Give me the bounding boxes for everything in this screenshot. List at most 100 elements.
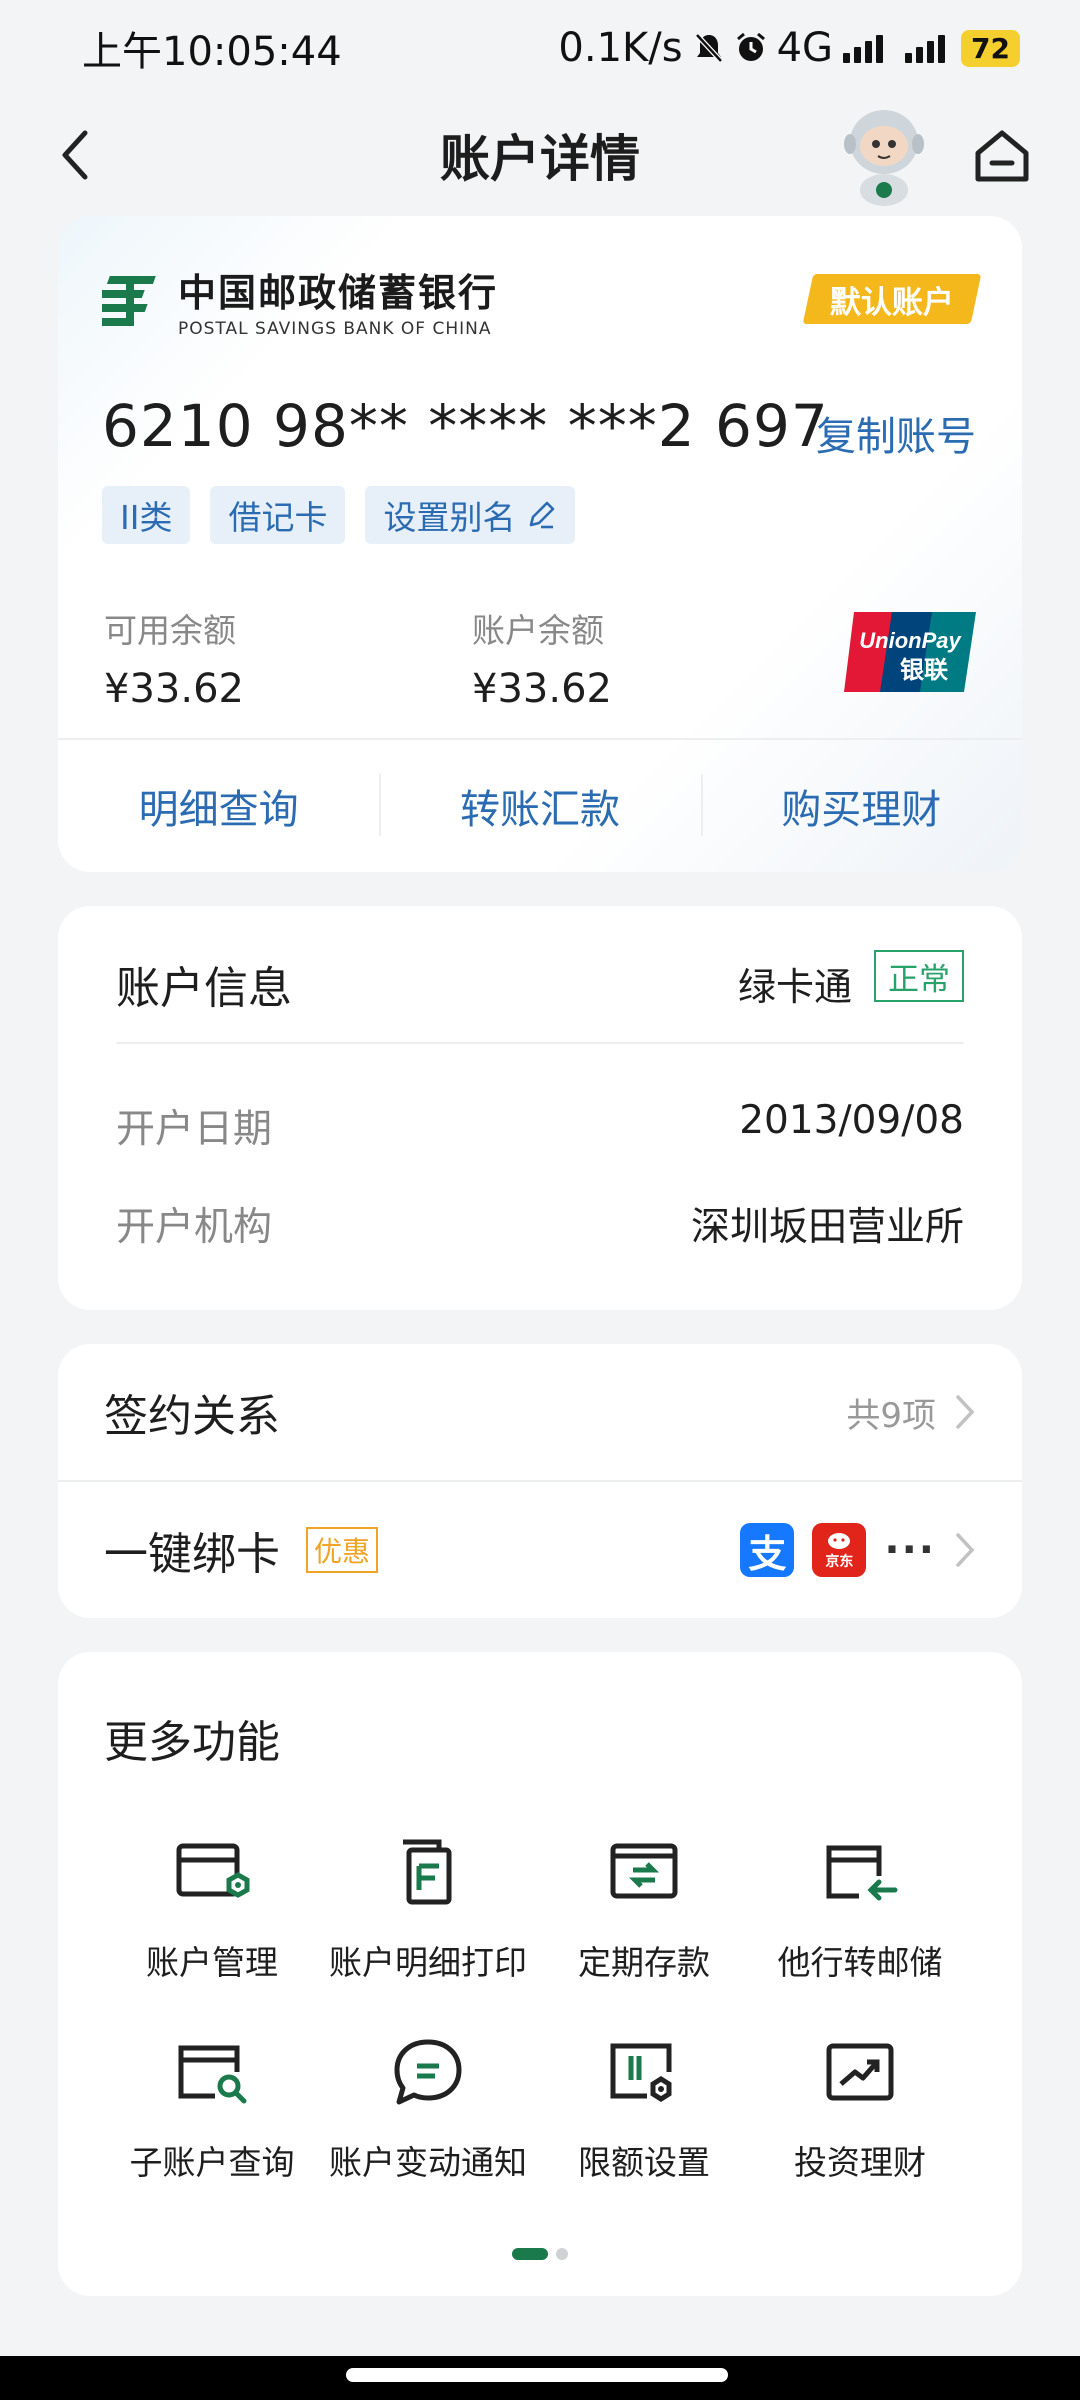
alarm-icon: [736, 32, 765, 61]
branch-row: 开户机构 深圳坂田营业所: [116, 1196, 964, 1252]
promo-badge: 优惠: [306, 1527, 379, 1573]
bank-name-en: POSTAL SAVINGS BANK OF CHINA: [178, 319, 492, 339]
function-label: 账户明细打印: [329, 1943, 527, 1982]
unionpay-logo: UnionPay 银联: [844, 612, 976, 692]
sign-card: 签约关系 共9项 一键绑卡 优惠 支 京东 ···: [58, 1344, 1022, 1618]
chevron-left-icon: [62, 130, 88, 180]
branch-label: 开户机构: [116, 1205, 273, 1250]
available-balance-value: ¥33.62: [104, 666, 244, 712]
buy-wealth-button[interactable]: 购买理财: [700, 740, 1022, 872]
mute-icon: [694, 33, 723, 63]
net-speed: 0.1K/s: [558, 25, 683, 71]
section-title: 账户信息: [116, 963, 292, 1014]
bind-card-right: 支 京东 ···: [740, 1523, 976, 1577]
bind-card-row[interactable]: 一键绑卡 优惠 支 京东 ···: [58, 1482, 1022, 1618]
page-title: 账户详情: [440, 130, 640, 188]
copy-account-button[interactable]: 复制账号: [816, 404, 976, 462]
sign-relation-right: 共9项: [846, 1388, 976, 1437]
more-icon: ···: [884, 1527, 936, 1573]
card-type-tag: 借记卡: [210, 486, 346, 544]
function-label: 投资理财: [794, 2143, 926, 2182]
home-indicator[interactable]: [346, 2368, 728, 2382]
signal-icon: [905, 33, 946, 63]
jd-icon: 京东: [812, 1523, 867, 1577]
bind-card-label: 一键绑卡: [104, 1529, 280, 1580]
account-manage-icon: [176, 1843, 250, 1898]
account-class-tag: II类: [102, 486, 191, 544]
account-balance-value: ¥33.62: [472, 666, 612, 712]
function-grid: 账户管理 账户明细打印 定期存款 他行转邮储 子账户查询 账户变动通知 限额设置…: [58, 1832, 1022, 2184]
limit-settings-button[interactable]: 限额设置: [536, 2032, 752, 2184]
edit-icon: [530, 501, 555, 529]
open-date-label: 开户日期: [116, 1107, 273, 1152]
account-actions: 明细查询 转账汇款 购买理财: [58, 740, 1022, 872]
home-button[interactable]: [966, 120, 1038, 192]
limit-settings-icon: [610, 2043, 672, 2102]
print-detail-icon: [403, 1839, 452, 1905]
account-balance-label: 账户余额: [472, 611, 604, 650]
signal-icon: [843, 33, 884, 63]
default-account-badge-label: 默认账户: [830, 284, 954, 321]
investment-button[interactable]: 投资理财: [752, 2032, 968, 2184]
transfer-button[interactable]: 转账汇款: [379, 740, 700, 872]
transfer-in-button[interactable]: 他行转邮储: [752, 1832, 968, 1984]
chevron-right-icon: [956, 1395, 975, 1429]
function-label: 定期存款: [578, 1943, 710, 1982]
jd-dog-icon: [828, 1533, 851, 1549]
open-date-row: 开户日期 2013/09/08: [116, 1098, 964, 1154]
sub-account-search-icon: [178, 2045, 247, 2104]
header: 账户详情: [0, 100, 1080, 210]
function-label: 账户管理: [146, 1943, 278, 1982]
notification-button[interactable]: 账户变动通知: [320, 2032, 536, 2184]
status-badge: 正常: [874, 950, 964, 1002]
sign-relation-row[interactable]: 签约关系 共9项: [58, 1344, 1022, 1480]
page-dot-active: [512, 2248, 548, 2260]
sign-relation-label: 签约关系: [104, 1391, 280, 1442]
account-balance: 账户余额 ¥33.62: [472, 604, 612, 712]
account-number: 6210 98** **** ***2 697: [102, 392, 829, 460]
detail-query-button[interactable]: 明细查询: [58, 740, 379, 872]
available-balance: 可用余额 ¥33.62: [104, 604, 244, 712]
status-bar: 上午10:05:44 0.1K/s 4G 72: [0, 0, 1080, 96]
page-dot: [556, 2248, 568, 2260]
section-title: 更多功能: [104, 1717, 280, 1768]
jd-label: 京东: [825, 1554, 854, 1570]
function-label: 账户变动通知: [329, 2143, 527, 2182]
back-button[interactable]: [40, 120, 110, 190]
default-account-badge: 默认账户: [802, 274, 982, 324]
account-manage-button[interactable]: 账户管理: [104, 1832, 320, 1984]
function-label: 子账户查询: [129, 2143, 295, 2182]
function-label: 限额设置: [578, 2143, 710, 2182]
investment-icon: [826, 2043, 894, 2101]
more-functions-card: 更多功能 账户管理 账户明细打印 定期存款 他行转邮储 子账户查询 账户变动通知…: [58, 1652, 1022, 2296]
alipay-icon: 支: [740, 1523, 795, 1577]
set-alias-label: 设置别名: [383, 498, 516, 537]
fixed-deposit-icon: [610, 1843, 678, 1899]
bank-name-cn: 中国邮政储蓄银行: [178, 271, 499, 315]
unionpay-text: UnionPay: [859, 628, 962, 653]
account-tags: II类 借记卡 设置别名: [102, 486, 576, 544]
network-type: 4G: [776, 25, 834, 71]
notification-icon: [394, 2039, 462, 2105]
sub-account-search-button[interactable]: 子账户查询: [104, 2032, 320, 2184]
sign-relation-count: 共9项: [846, 1395, 936, 1436]
clock: 上午10:05:44: [82, 29, 342, 75]
function-label: 他行转邮储: [777, 1943, 943, 1982]
account-type: 绿卡通: [737, 965, 852, 1009]
chevron-right-icon: [956, 1533, 975, 1567]
unionpay-cn-text: 银联: [900, 656, 948, 684]
account-card: 中国邮政储蓄银行 POSTAL SAVINGS BANK OF CHINA 默认…: [58, 216, 1022, 872]
bank-logo: 中国邮政储蓄银行 POSTAL SAVINGS BANK OF CHINA: [102, 262, 498, 339]
open-date-value: 2013/09/08: [739, 1098, 964, 1143]
mascot-avatar[interactable]: [836, 102, 932, 206]
status-icons: 0.1K/s 4G 72: [558, 25, 1020, 71]
print-detail-button[interactable]: 账户明细打印: [320, 1832, 536, 1984]
divider: [116, 1042, 964, 1044]
battery-indicator: 72: [961, 29, 1020, 67]
account-info-card: 账户信息 绿卡通 正常 开户日期 2013/09/08 开户机构 深圳坂田营业所: [58, 906, 1022, 1310]
page-indicator: [512, 2248, 568, 2260]
available-balance-label: 可用余额: [104, 611, 236, 650]
set-alias-button[interactable]: 设置别名: [365, 486, 576, 544]
fixed-deposit-button[interactable]: 定期存款: [536, 1832, 752, 1984]
transfer-in-icon: [826, 1845, 898, 1901]
